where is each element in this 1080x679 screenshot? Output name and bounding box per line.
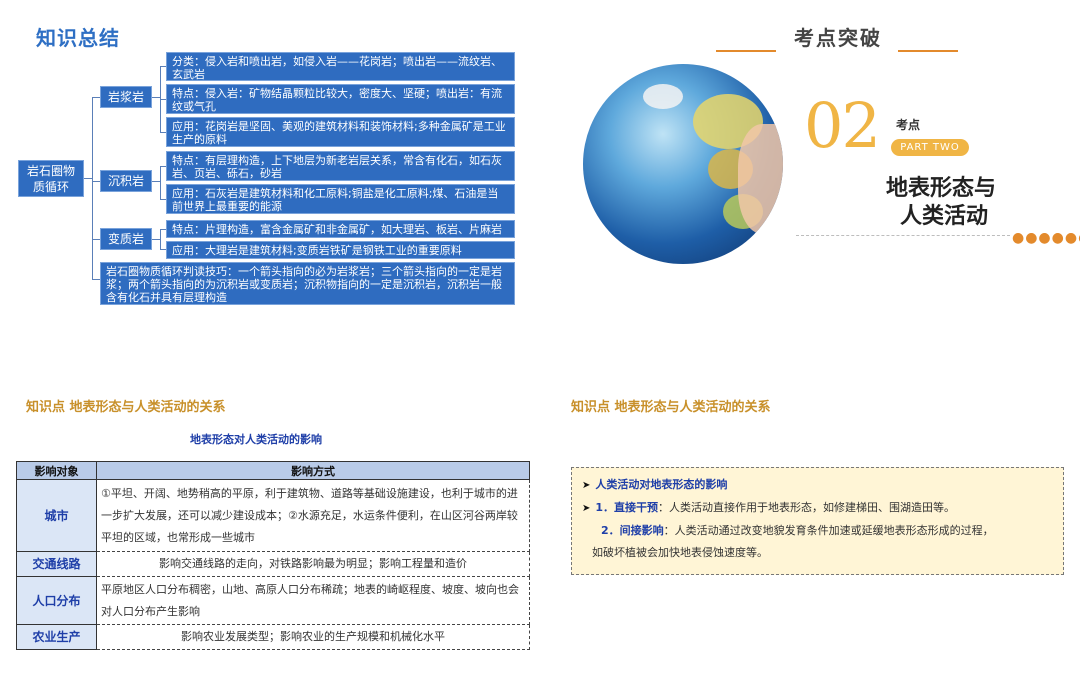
part-badge: PART TWO (891, 139, 969, 156)
connector-line (160, 229, 161, 249)
connector-line (92, 97, 100, 98)
branch-igneous: 岩浆岩 (100, 86, 152, 108)
branch-sedimentary: 沉积岩 (100, 170, 152, 192)
explanation-heading-row: ➤ 人类活动对地表形态的影响 (582, 474, 1053, 497)
connector-line (152, 97, 160, 98)
mindmap-root: 岩石圈物质循环 (18, 160, 84, 197)
explanation-item-2-cont: 如破坏植被会加快地表侵蚀速度等。 (582, 542, 1053, 564)
knowledge-point-heading-right: 知识点 地表形态与人类活动的关系 (571, 400, 771, 415)
item1-text: ：人类活动直接作用于地表形态，如修建梯田、围湖造田等。 (658, 501, 956, 514)
dashed-divider (796, 235, 1010, 236)
table-row: 农业生产 影响农业发展类型；影响农业的生产规模和机械化水平 (16, 624, 530, 650)
explanation-box: ➤ 人类活动对地表形态的影响 ➤ 1．直接干预：人类活动直接作用于地表形态，如修建梯… (571, 467, 1064, 575)
igneous-features: 特点：侵入岩：矿物结晶颗粒比较大，密度大、坚硬；喷出岩：有流纹或气孔 (166, 84, 515, 114)
connector-line (160, 166, 161, 199)
explanation-item-1: ➤ 1．直接干预：人类活动直接作用于地表形态，如修建梯田、围湖造田等。 (582, 497, 1053, 520)
connector-line (92, 239, 100, 240)
table-row: 交通线路 影响交通线路的走向，对铁路影响最为明显；影响工程量和造价 (16, 551, 530, 577)
metamorphic-application: 应用：大理岩是建筑材料;变质岩铁矿是钢铁工业的重要原料 (166, 241, 515, 259)
row-object: 交通线路 (16, 551, 97, 577)
row-object: 城市 (16, 479, 97, 552)
arrow-bullet-icon: ➤ (582, 503, 591, 514)
table-header-method: 影响方式 (96, 461, 530, 480)
item2-text-cont: 如破坏植被会加快地表侵蚀速度等。 (592, 546, 768, 559)
igneous-classification: 分类：侵入岩和喷出岩，如侵入岩——花岗岩；喷出岩——流纹岩、玄武岩 (166, 52, 515, 81)
explanation-item-2: 2．间接影响：人类活动通过改变地貌发育条件加速或延缓地表形态形成的过程， (582, 520, 1053, 542)
branch-metamorphic: 变质岩 (100, 228, 152, 250)
metamorphic-features: 特点：片理构造，富含金属矿和非金属矿，如大理岩、板岩、片麻岩 (166, 220, 515, 238)
table-title: 地表形态对人类活动的影响 (190, 433, 322, 446)
heading-line-left (716, 50, 776, 52)
row-object: 农业生产 (16, 624, 97, 650)
sedimentary-application: 应用：石灰岩是建筑材料和化工原料;铜盐是化工原料;煤、石油是当前世界上最重要的能… (166, 184, 515, 214)
heading-line-right (898, 50, 958, 52)
section-number: 02 (804, 89, 881, 162)
row-object: 人口分布 (16, 576, 97, 625)
summary-title: 知识总结 (36, 26, 120, 50)
knowledge-point-heading-left: 知识点 地表形态与人类活动的关系 (26, 400, 226, 415)
row-method: ①平坦、开阔、地势稍高的平原，利于建筑物、道路等基础设施建设，也利于城市的进一步… (96, 479, 530, 552)
item2-key: 2．间接影响 (601, 524, 664, 537)
decorative-dots: ●●●●●● (1012, 230, 1080, 246)
explanation-heading: 人类活动对地表形态的影响 (595, 478, 728, 491)
item2-text: ：人类活动通过改变地貌发育条件加速或延缓地表形态形成的过程， (663, 524, 994, 537)
table-header-row: 影响对象 影响方式 (16, 461, 530, 480)
connector-line (84, 178, 92, 179)
connector-line (92, 279, 100, 280)
connector-line (152, 239, 160, 240)
igneous-application: 应用：花岗岩是坚固、美观的建筑材料和装饰材料;多种金属矿是工业生产的原料 (166, 117, 515, 147)
connector-line (92, 97, 93, 279)
table-row: 城市 ①平坦、开阔、地势稍高的平原，利于建筑物、道路等基础设施建设，也利于城市的… (16, 479, 530, 552)
connector-line (152, 181, 160, 182)
arrow-bullet-icon: ➤ (582, 480, 591, 491)
row-method: 平原地区人口分布稠密，山地、高原人口分布稀疏；地表的崎岖程度、坡度、坡向也会对人… (96, 576, 530, 625)
item1-key: 1．直接干预 (595, 501, 659, 514)
cover-title-line2: 人类活动 (900, 203, 989, 229)
globe-image (583, 64, 783, 264)
sedimentary-features: 特点：有层理构造，上下地层为新老岩层关系，常含有化石，如石灰岩、页岩、砾石，砂岩 (166, 151, 515, 181)
section-label: 考点 (896, 118, 921, 132)
row-method: 影响交通线路的走向，对铁路影响最为明显；影响工程量和造价 (96, 551, 530, 577)
judging-tip: 岩石圈物质循环判读技巧：一个箭头指向的必为岩浆岩；三个箭头指向的一定是岩浆；两个… (100, 262, 515, 305)
table-row: 人口分布 平原地区人口分布稠密，山地、高原人口分布稀疏；地表的崎岖程度、坡度、坡… (16, 576, 530, 625)
connector-line (92, 181, 100, 182)
table-header-object: 影响对象 (16, 461, 97, 480)
impact-table: 影响对象 影响方式 城市 ①平坦、开阔、地势稍高的平原，利于建筑物、道路等基础设… (16, 461, 530, 650)
cover-heading: 考点突破 (794, 26, 882, 50)
row-method: 影响农业发展类型；影响农业的生产规模和机械化水平 (96, 624, 530, 650)
